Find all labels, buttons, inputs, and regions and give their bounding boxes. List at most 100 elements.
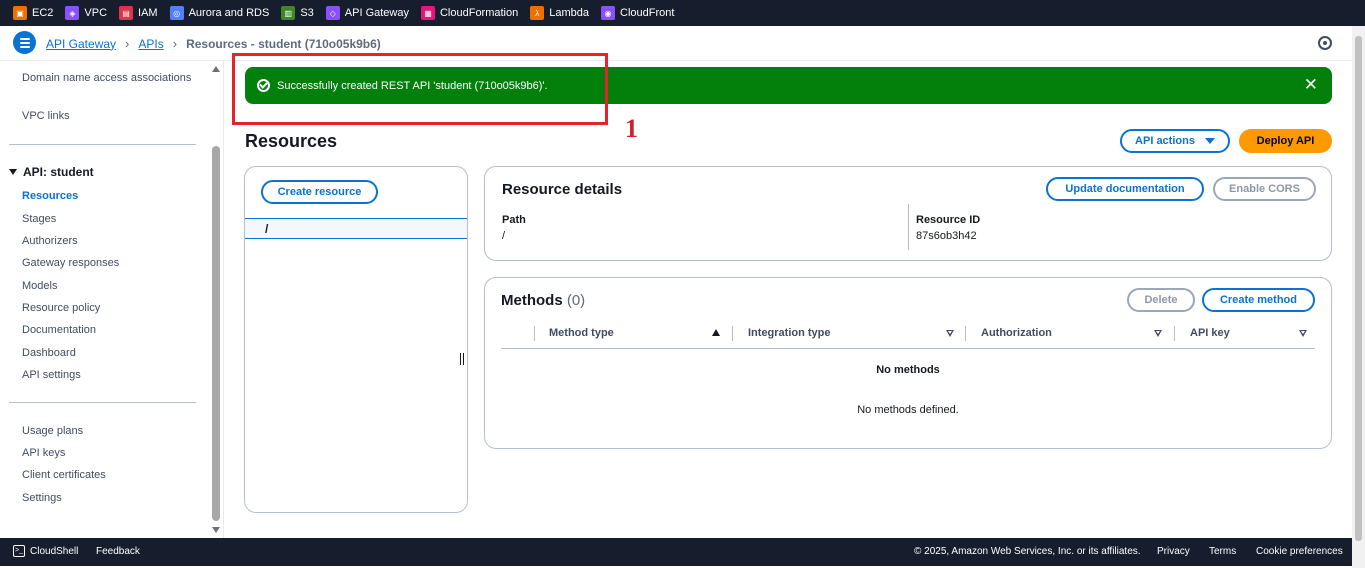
s3-icon: ▥ [281,6,296,20]
methods-title: Methods (0) [501,292,586,309]
path-label: Path [502,214,526,226]
privacy-link[interactable]: Privacy [1157,546,1190,557]
breadcrumb-apis[interactable]: APIs [138,37,163,51]
delete-method-button[interactable]: Delete [1127,288,1195,312]
column-divider [908,204,909,250]
menu-icon[interactable] [13,31,36,54]
column-header-authorization[interactable]: Authorization [981,327,1052,339]
sidebar-api-heading[interactable]: API: student [9,165,94,179]
panel-resize-handle[interactable] [460,353,464,365]
favorite-s3[interactable]: ▥ S3 [281,6,314,20]
favorite-cloudformation[interactable]: ▦ CloudFormation [420,6,518,20]
column-separator [732,326,733,341]
column-header-integration-type[interactable]: Integration type [748,327,831,339]
sidebar-item-documentation[interactable]: Documentation [22,322,96,338]
rds-icon: ◎ [169,6,184,20]
scroll-up-icon[interactable] [212,66,220,72]
sidebar-item-domain-name-access-associations[interactable]: Domain name access associations [22,70,192,86]
sort-ascending-icon[interactable] [712,329,720,336]
resource-tree-panel: Create resource / [244,166,468,513]
sidebar-item-models[interactable]: Models [22,278,57,294]
enable-cors-button[interactable]: Enable CORS [1213,177,1316,201]
sidebar-divider [9,402,196,403]
breadcrumb-current: Resources - student (710o05k9b6) [186,36,381,51]
sidebar-item-usage-plans[interactable]: Usage plans [22,423,83,439]
sidebar-item-client-certificates[interactable]: Client certificates [22,467,106,483]
caret-down-icon [9,169,17,175]
annotation-number: 1 [625,114,638,143]
resource-details-panel: Resource details Update documentation En… [484,166,1332,261]
ec2-icon: ▣ [13,6,27,20]
methods-count: (0) [566,292,586,309]
sidebar-item-gateway-responses[interactable]: Gateway responses [22,255,119,271]
favorite-vpc[interactable]: ◈ VPC [65,6,107,20]
sort-icon[interactable] [946,330,954,337]
resource-details-title: Resource details [502,181,623,198]
deploy-api-button[interactable]: Deploy API [1239,129,1332,153]
column-separator [534,326,535,341]
cloudformation-icon: ▦ [420,6,435,20]
column-separator [1174,326,1175,341]
sidebar-item-settings[interactable]: Settings [22,490,62,506]
breadcrumb-api-gateway[interactable]: API Gateway [46,37,116,51]
breadcrumb-bar: API Gateway › APIs › Resources - student… [0,26,1352,61]
sidebar-scrollbar[interactable] [211,61,221,538]
cloudshell-link[interactable]: CloudShell [30,546,78,557]
feedback-link[interactable]: Feedback [96,546,140,557]
resource-id-label: Resource ID [916,214,981,226]
empty-state-title: No methods [876,364,940,376]
page-title: Resources [245,131,338,151]
terms-link[interactable]: Terms [1209,546,1236,557]
tree-node-root[interactable]: / [245,218,467,239]
favorite-rds[interactable]: ◎ Aurora and RDS [169,6,269,20]
cloudshell-icon[interactable]: >_ [13,545,25,557]
favorite-cloudfront[interactable]: ◉ CloudFront [601,6,674,20]
sidebar-item-api-keys[interactable]: API keys [22,445,65,461]
column-header-api-key[interactable]: API key [1190,327,1230,339]
footer: >_ CloudShell Feedback © 2025, Amazon We… [0,538,1352,566]
sidebar: Domain name access associations VPC link… [0,61,224,538]
favorite-lambda[interactable]: λ Lambda [530,6,589,20]
page-scrollbar-thumb[interactable] [1355,36,1362,541]
cloudfront-icon: ◉ [601,6,616,20]
table-header-divider [501,348,1315,349]
chevron-right-icon: › [125,36,130,51]
sort-icon[interactable] [1299,330,1307,337]
resource-id-value: 87s6ob3h42 [916,230,977,242]
copyright-text: © 2025, Amazon Web Services, Inc. or its… [914,546,1141,557]
caret-down-icon [1204,138,1215,144]
breadcrumb: API Gateway › APIs › Resources - student… [46,36,381,51]
sidebar-item-stages[interactable]: Stages [22,211,56,227]
iam-icon: ▤ [119,6,134,20]
sidebar-item-resource-policy[interactable]: Resource policy [22,300,100,316]
settings-icon[interactable] [1318,36,1332,50]
annotation-highlight-box [232,53,608,125]
create-resource-button[interactable]: Create resource [261,180,378,204]
api-gateway-icon: ◇ [325,6,340,20]
empty-state-description: No methods defined. [857,404,959,416]
sort-icon[interactable] [1154,330,1162,337]
sidebar-item-vpc-links[interactable]: VPC links [22,108,70,124]
update-documentation-button[interactable]: Update documentation [1046,177,1204,201]
create-method-button[interactable]: Create method [1202,288,1315,312]
vpc-icon: ◈ [65,6,80,20]
lambda-icon: λ [530,6,545,20]
sidebar-item-dashboard[interactable]: Dashboard [22,345,76,361]
sidebar-item-resources[interactable]: Resources [22,188,78,204]
column-header-method-type[interactable]: Method type [549,327,614,339]
column-separator [965,326,966,341]
favorites-bar: ▣ EC2 ◈ VPC ▤ IAM ◎ Aurora and RDS ▥ S3 ◇ API … [0,0,1365,26]
page-scrollbar[interactable] [1352,26,1365,568]
sidebar-scrollbar-thumb[interactable] [212,146,220,521]
favorite-api-gateway[interactable]: ◇ API Gateway [325,6,409,20]
cookie-preferences-link[interactable]: Cookie preferences [1256,546,1343,557]
api-actions-button[interactable]: API actions [1120,129,1230,153]
favorite-ec2[interactable]: ▣ EC2 [13,6,53,20]
scroll-down-icon[interactable] [212,527,220,533]
close-icon[interactable]: ✕ [1304,76,1318,93]
sidebar-item-api-settings[interactable]: API settings [22,367,81,383]
favorite-iam[interactable]: ▤ IAM [119,6,158,20]
path-value: / [502,230,506,242]
chevron-right-icon: › [172,36,178,51]
sidebar-item-authorizers[interactable]: Authorizers [22,233,78,249]
